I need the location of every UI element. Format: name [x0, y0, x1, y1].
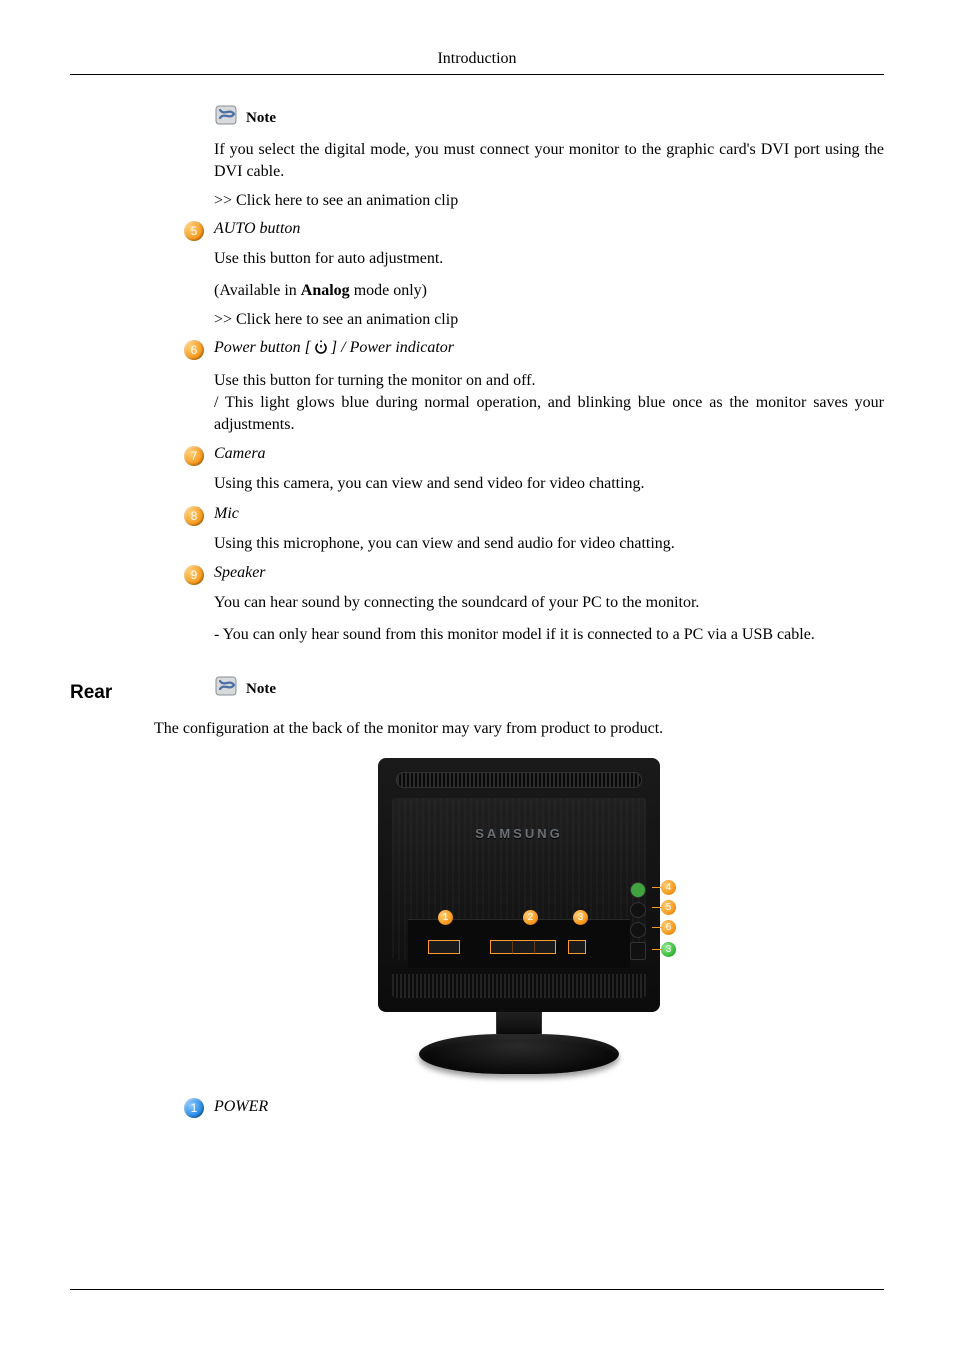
- item-6-head-pre: Power button [: [214, 339, 311, 356]
- item-7-body: Using this camera, you can view and send…: [214, 473, 884, 495]
- note-body-1: If you select the digital mode, you must…: [214, 139, 884, 182]
- rear-right-col: Note: [160, 656, 884, 710]
- item-5-body-2-pre: (Available in: [214, 282, 301, 299]
- page: Introduction Note If you select the digi…: [0, 0, 954, 1350]
- animation-link-2[interactable]: >> Click here to see an animation clip: [214, 311, 884, 329]
- rear-section-row: Rear Note: [70, 656, 884, 710]
- item-8: 8 Mic: [184, 505, 884, 523]
- port-video-b: [512, 940, 534, 954]
- item-5-head: AUTO button: [214, 220, 300, 237]
- bullet-7: 7: [184, 446, 204, 466]
- note-label-rear: Note: [246, 681, 276, 698]
- rear-heading-col: Rear: [70, 656, 160, 704]
- item-5: 5 AUTO button: [184, 220, 884, 238]
- analog-word: Analog: [301, 282, 350, 299]
- item-5-body-1: Use this button for auto adjustment.: [214, 248, 884, 270]
- port-power: [428, 940, 460, 954]
- note-block-rear: Note: [214, 674, 884, 698]
- item-7-head: Camera: [214, 445, 266, 462]
- item-5-body-2: (Available in Analog mode only): [214, 280, 884, 302]
- callout-1: 1: [438, 910, 453, 925]
- rear-description: The configuration at the back of the mon…: [154, 720, 884, 738]
- monitor-rear: SAMSUNG 1 2 3 4 5: [378, 758, 660, 1012]
- bullet-5: 5: [184, 221, 204, 241]
- callout-3: 3: [573, 910, 588, 925]
- monitor-bottom-strip: [392, 974, 646, 998]
- bullet-8: 8: [184, 506, 204, 526]
- monitor-vent: [396, 772, 642, 788]
- page-header-title: Introduction: [70, 50, 884, 68]
- rear-heading: Rear: [70, 682, 160, 704]
- side-port-5: [630, 902, 646, 918]
- item-6-head: Power button [ ] / Power indicator: [214, 339, 454, 356]
- item-6: 6 Power button [ ] / Power indicator: [184, 339, 884, 360]
- callout-7: 3: [661, 942, 676, 957]
- port-bay: [408, 919, 630, 968]
- item-9-body-1: You can hear sound by connecting the sou…: [214, 592, 884, 614]
- callout-2: 2: [523, 910, 538, 925]
- content-column: Note If you select the digital mode, you…: [214, 103, 884, 646]
- item-9-body-2: - You can only hear sound from this moni…: [214, 624, 884, 646]
- item-9: 9 Speaker: [184, 564, 884, 582]
- item-6-body: Use this button for turning the monitor …: [214, 370, 884, 435]
- item-8-body: Using this microphone, you can view and …: [214, 533, 884, 555]
- item-8-head: Mic: [214, 505, 239, 522]
- item-7: 7 Camera: [184, 445, 884, 463]
- note-block-top: Note: [214, 103, 884, 127]
- note-icon-rear: [214, 674, 240, 698]
- footer-rule: [70, 1289, 884, 1290]
- bullet-6: 6: [184, 340, 204, 360]
- header-rule: [70, 74, 884, 75]
- monitor-stand-base: [419, 1034, 619, 1074]
- monitor-figure: SAMSUNG 1 2 3 4 5: [154, 758, 884, 1074]
- rear-item-1-head: POWER: [214, 1098, 268, 1115]
- rear-bullet-1: 1: [184, 1098, 204, 1118]
- bullet-9: 9: [184, 565, 204, 585]
- side-port-4: [630, 882, 646, 898]
- monitor-brand: SAMSUNG: [378, 826, 660, 841]
- item-6-head-post: ] / Power indicator: [331, 339, 454, 356]
- port-video-a: [490, 940, 512, 954]
- port-usb: [568, 940, 586, 954]
- callout-5: 5: [661, 900, 676, 915]
- item-5-body-2-post: mode only): [350, 282, 427, 299]
- side-port-7: [630, 942, 646, 960]
- animation-link-1[interactable]: >> Click here to see an animation clip: [214, 192, 884, 210]
- callout-6: 6: [661, 920, 676, 935]
- side-port-6: [630, 922, 646, 938]
- power-icon: [313, 339, 329, 360]
- note-label: Note: [246, 110, 276, 127]
- item-9-head: Speaker: [214, 564, 266, 581]
- monitor-stand-neck: [496, 1012, 542, 1034]
- callout-4: 4: [661, 880, 676, 895]
- monitor-wrap: SAMSUNG 1 2 3 4 5: [352, 758, 686, 1074]
- note-icon: [214, 103, 240, 127]
- rear-item-1: 1 POWER: [184, 1098, 884, 1116]
- port-video-c: [534, 940, 556, 954]
